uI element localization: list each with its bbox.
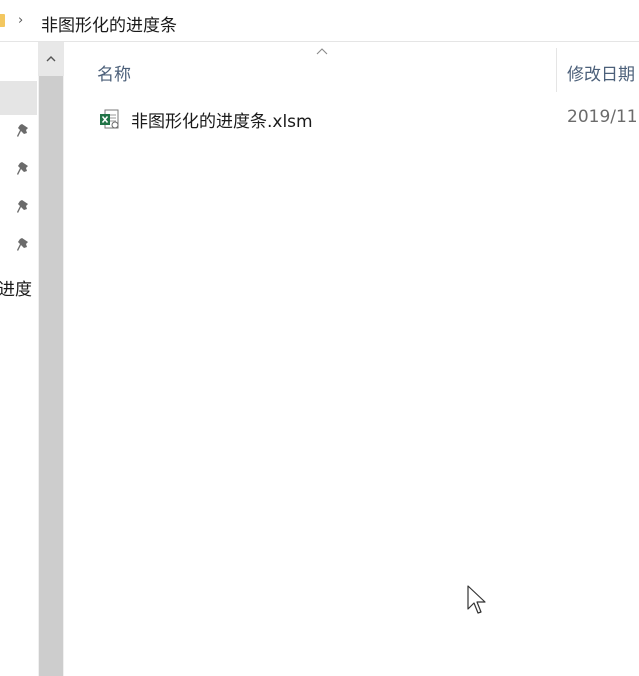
file-date-modified: 2019/11 — [567, 107, 638, 127]
pin-icon — [15, 199, 33, 217]
column-header-date-modified[interactable]: 修改日期 — [567, 60, 635, 85]
file-list: 名称 修改日期 非图形化的进度条.xlsm 2019/11 — [64, 42, 639, 676]
breadcrumb-current-folder[interactable]: 非图形化的进度条 — [41, 11, 177, 36]
navigation-pane: 进度 — [0, 42, 38, 676]
excel-file-icon — [100, 109, 119, 129]
mouse-cursor-icon — [467, 585, 486, 614]
scroll-up-arrow-icon[interactable] — [38, 42, 64, 76]
nav-scrollbar[interactable] — [38, 42, 64, 676]
scrollbar-thumb[interactable] — [39, 76, 63, 676]
file-name[interactable]: 非图形化的进度条.xlsm — [131, 107, 313, 132]
pin-icon — [15, 161, 33, 179]
nav-item-selected[interactable] — [0, 81, 37, 115]
sort-ascending-icon — [316, 44, 328, 58]
file-row[interactable]: 非图形化的进度条.xlsm 2019/11 — [64, 99, 639, 137]
address-bar[interactable]: › 非图形化的进度条 — [0, 0, 639, 42]
pin-icon — [15, 237, 33, 255]
nav-item-label[interactable]: 进度 — [0, 275, 32, 300]
column-divider[interactable] — [556, 48, 557, 92]
chevron-right-icon[interactable]: › — [18, 13, 23, 28]
column-header-row: 名称 修改日期 — [64, 42, 639, 98]
pin-icon — [15, 123, 33, 141]
folder-icon — [0, 14, 5, 27]
column-header-name[interactable]: 名称 — [97, 60, 131, 85]
